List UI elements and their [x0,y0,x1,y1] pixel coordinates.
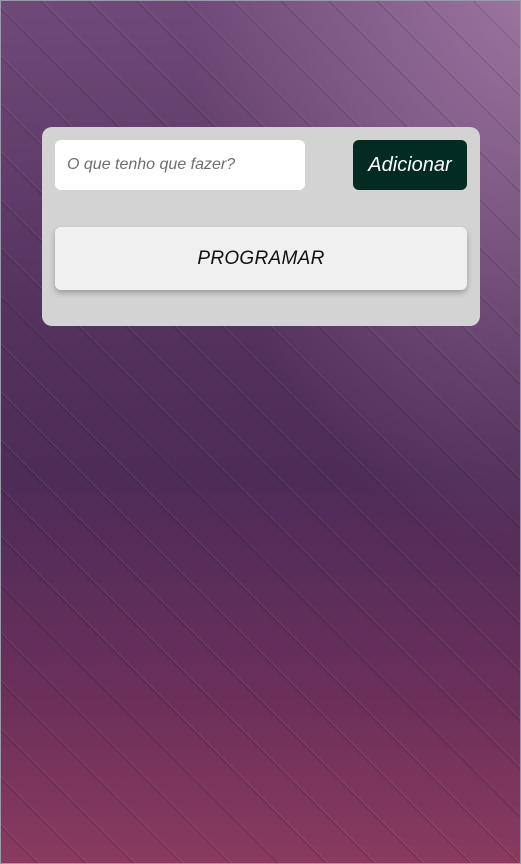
add-button[interactable]: Adicionar [353,140,467,190]
program-button[interactable]: PROGRAMAR [55,227,467,290]
task-input[interactable] [55,140,305,190]
task-form-card: Adicionar PROGRAMAR [42,127,480,326]
